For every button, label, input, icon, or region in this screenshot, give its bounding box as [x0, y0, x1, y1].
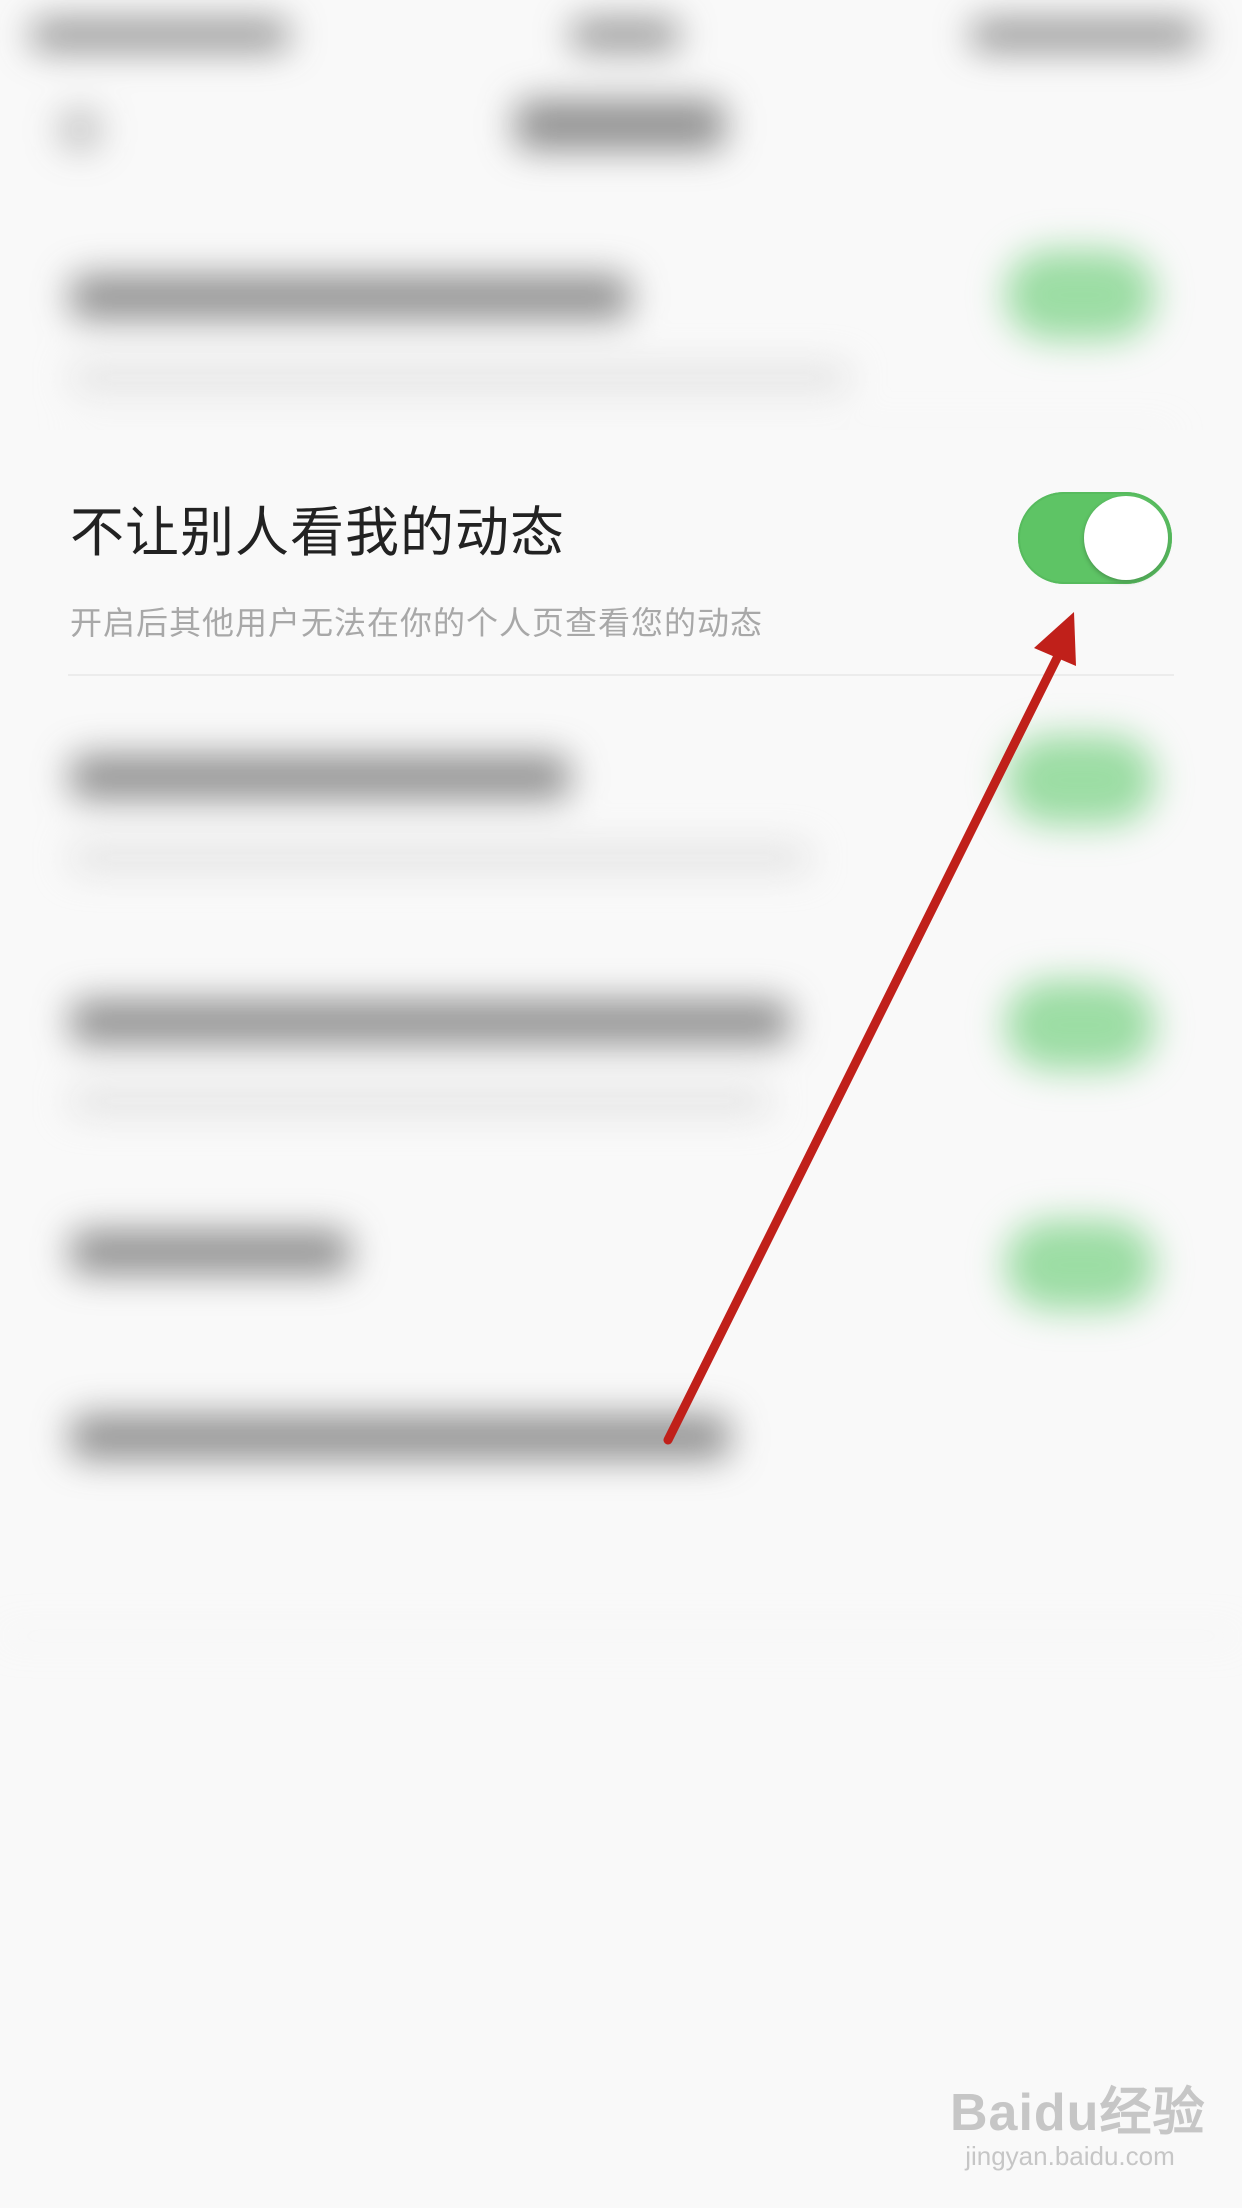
setting-row-hide-my-posts: 不让别人看我的动态 开启后其他用户无法在你的个人页查看您的动态 [0, 430, 1242, 676]
setting-title: 不让别人看我的动态 [70, 501, 565, 564]
row3-title [70, 755, 570, 799]
arrow-shaft [663, 643, 1067, 1445]
row1-subtitle [70, 365, 850, 391]
row-divider [68, 674, 1174, 676]
setting-subtitle: 开启后其他用户无法在你的个人页查看您的动态 [70, 604, 764, 642]
status-bar-center [570, 20, 680, 50]
watermark-url: jingyan.baidu.com [965, 2141, 1175, 2171]
baidu-watermark: Baidu经验 jingyan.baidu.com [950, 2070, 1206, 2172]
row4-toggle [1005, 980, 1155, 1070]
nav-title [515, 100, 725, 150]
row6-title [70, 1415, 730, 1459]
toggle-knob[interactable] [1084, 496, 1168, 580]
row1-title [70, 275, 630, 319]
row4-subtitle [70, 1088, 770, 1114]
row1-toggle [1005, 250, 1155, 340]
nav-back [60, 110, 100, 150]
status-bar-right [970, 20, 1200, 50]
status-bar-left [30, 20, 290, 50]
hide-posts-toggle[interactable] [1018, 492, 1172, 584]
row3-subtitle [70, 845, 810, 871]
annotation-arrow [663, 612, 1076, 1445]
bottom-divider [0, 1635, 1242, 1637]
row4-title [70, 1000, 790, 1044]
row5-toggle [1005, 1220, 1155, 1310]
row5-title [70, 1230, 350, 1274]
blurred-background [0, 0, 1242, 2208]
watermark-logo: Baidu经验 [950, 2084, 1206, 2142]
row3-toggle [1005, 735, 1155, 825]
